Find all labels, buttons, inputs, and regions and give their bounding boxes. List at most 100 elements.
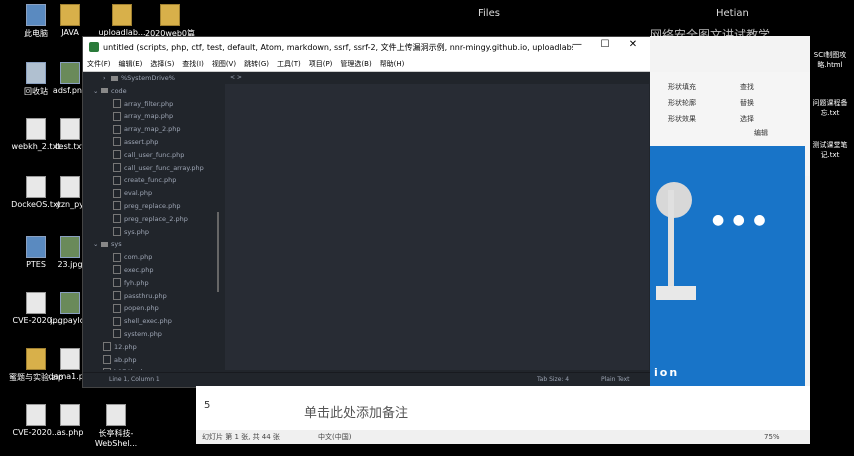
desktop-icon[interactable]: 长亭科技-WebShel...	[86, 404, 146, 448]
tree-file[interactable]: exec.php	[83, 264, 223, 277]
tree-item-label: passthru.php	[124, 291, 167, 300]
menu-item[interactable]: 项目(P)	[309, 59, 333, 69]
tree-file[interactable]: call_user_func.php	[83, 149, 223, 162]
tree-item-label: eval.php	[124, 189, 153, 198]
menu-item[interactable]: 管理选(B)	[340, 59, 371, 69]
tree-item-label: 12.php	[114, 342, 137, 351]
atom-window-title: untitled (scripts, php, ctf, test, defau…	[103, 42, 573, 52]
desktop-icon-right[interactable]: 测试课堂笔记.txt	[808, 140, 852, 160]
desktop-icon-right[interactable]: SCI制图攻略.html	[808, 50, 852, 70]
tree-folder[interactable]: ⌄ sys	[83, 238, 223, 251]
tree-item-label: sys.php	[124, 227, 150, 236]
slide-thumb-number: 5	[204, 400, 211, 411]
zoom-level[interactable]: 75%	[764, 430, 780, 444]
tree-file[interactable]: preg_replace.php	[83, 200, 223, 213]
tree-file[interactable]: fyh.php	[83, 277, 223, 290]
file-icon	[113, 99, 121, 109]
slide-counter: 幻灯片 第 1 张, 共 44 张	[202, 433, 280, 441]
tree-file[interactable]: popen.php	[83, 302, 223, 315]
menu-item[interactable]: 帮助(H)	[380, 59, 405, 69]
tree-item-label: ab.php	[114, 355, 137, 364]
tree-folder[interactable]: ⌄ code	[83, 85, 223, 98]
tree-file[interactable]: system.php	[83, 328, 223, 341]
tree-item-label: com.php	[124, 253, 153, 262]
file-icon	[113, 329, 121, 339]
tree-file[interactable]: preg_replace_2.php	[83, 213, 223, 226]
tree-item-label: call_user_func.php	[124, 150, 185, 159]
tree-file[interactable]: shell_exec.php	[83, 315, 223, 328]
tree-item-label: exec.php	[124, 265, 154, 274]
menu-item[interactable]: 编辑(E)	[119, 59, 143, 69]
folder-icon	[101, 241, 108, 247]
menu-item[interactable]: 查找(I)	[182, 59, 204, 69]
tree-file[interactable]: b174k.php	[83, 366, 223, 370]
tree-item-label: call_user_func_array.php	[124, 163, 204, 172]
ribbon-group-edit: 编辑	[754, 129, 768, 137]
desktop-icon[interactable]: 2020web0篇	[140, 4, 200, 39]
tree-item-label: array_map.php	[124, 112, 174, 121]
editor-pane[interactable]	[225, 72, 649, 370]
desktop-icon[interactable]: JAVA	[40, 4, 100, 37]
chevron-icon[interactable]: ›	[103, 72, 111, 85]
tree-item-label: preg_replace_2.php	[124, 214, 188, 223]
editor-tab-arrows[interactable]: < >	[225, 72, 654, 84]
project-tree[interactable]: › %SystemDrive% ⌄ code array_filter.php array…	[83, 72, 223, 370]
close-button[interactable]: ✕	[619, 39, 647, 50]
file-icon	[113, 265, 121, 275]
tree-file[interactable]: assert.php	[83, 136, 223, 149]
slide-canvas[interactable]: ● ● ● ion	[650, 146, 805, 386]
cursor-position[interactable]: Line 1, Column 1	[109, 373, 160, 387]
menu-item[interactable]: 工具(T)	[277, 59, 301, 69]
menu-item[interactable]: 视图(V)	[212, 59, 236, 69]
language-indicator[interactable]: 中文(中国)	[318, 430, 351, 444]
desktop-icon-right[interactable]: 问题课程备忘.txt	[808, 98, 852, 118]
tree-folder[interactable]: › %SystemDrive%	[83, 72, 223, 85]
ribbon-shape-effects[interactable]: 形状效果	[668, 114, 696, 124]
ribbon-replace[interactable]: 替换	[740, 98, 754, 108]
tree-file[interactable]: array_map.php	[83, 110, 223, 123]
atom-window: untitled (scripts, php, ctf, test, defau…	[82, 36, 654, 388]
file-icon	[103, 367, 111, 370]
chevron-icon[interactable]: ⌄	[93, 238, 101, 251]
ribbon-shape-outline[interactable]: 形状轮廓	[668, 98, 696, 108]
img-icon	[60, 292, 80, 314]
ribbon-shape-fill[interactable]: 形状填充	[668, 82, 696, 92]
notes-pane[interactable]: 5 单击此处添加备注	[196, 386, 810, 430]
notes-placeholder[interactable]: 单击此处添加备注	[304, 402, 408, 421]
grammar-mode[interactable]: Plain Text	[601, 373, 629, 387]
atom-titlebar[interactable]: untitled (scripts, php, ctf, test, defau…	[83, 37, 651, 57]
img-icon	[60, 62, 80, 84]
tree-file[interactable]: eval.php	[83, 187, 223, 200]
desktop-icon-label: 长亭科技-WebShel...	[94, 429, 138, 448]
file-icon	[113, 124, 121, 134]
minimize-button[interactable]: —	[563, 39, 591, 50]
file-icon	[103, 342, 111, 352]
menu-item[interactable]: 文件(F)	[87, 59, 111, 69]
tab-size[interactable]: Tab Size: 4	[537, 373, 569, 387]
tree-scrollbar[interactable]	[217, 212, 219, 292]
tree-file[interactable]: create_func.php	[83, 174, 223, 187]
ppt-status-bar: 幻灯片 第 1 张, 共 44 张 中文(中国) 75%	[196, 430, 810, 444]
tree-item-label: popen.php	[124, 304, 159, 313]
tree-file[interactable]: com.php	[83, 251, 223, 264]
ribbon-select[interactable]: 选择	[740, 114, 754, 124]
menu-item[interactable]: 选择(S)	[150, 59, 174, 69]
tree-file[interactable]: ab.php	[83, 354, 223, 367]
tree-file[interactable]: passthru.php	[83, 290, 223, 303]
tree-file[interactable]: array_filter.php	[83, 98, 223, 111]
maximize-button[interactable]: ☐	[591, 39, 619, 50]
atom-menubar: 文件(F) 编辑(E) 选择(S) 查找(I) 视图(V) 跳转(G) 工具(T) 项目(P)…	[83, 57, 651, 72]
tree-file[interactable]: 12.php	[83, 341, 223, 354]
file-icon	[113, 252, 121, 262]
file-icon	[113, 316, 121, 326]
file-icon	[113, 291, 121, 301]
folder-icon	[101, 88, 108, 94]
ribbon-find[interactable]: 查找	[740, 82, 754, 92]
menu-item[interactable]: 跳转(G)	[244, 59, 269, 69]
chevron-icon[interactable]: ⌄	[93, 85, 101, 98]
file-icon	[103, 355, 111, 365]
tree-file[interactable]: sys.php	[83, 226, 223, 239]
file-icon	[113, 111, 121, 121]
tree-file[interactable]: array_map_2.php	[83, 123, 223, 136]
tree-file[interactable]: call_user_func_array.php	[83, 162, 223, 175]
